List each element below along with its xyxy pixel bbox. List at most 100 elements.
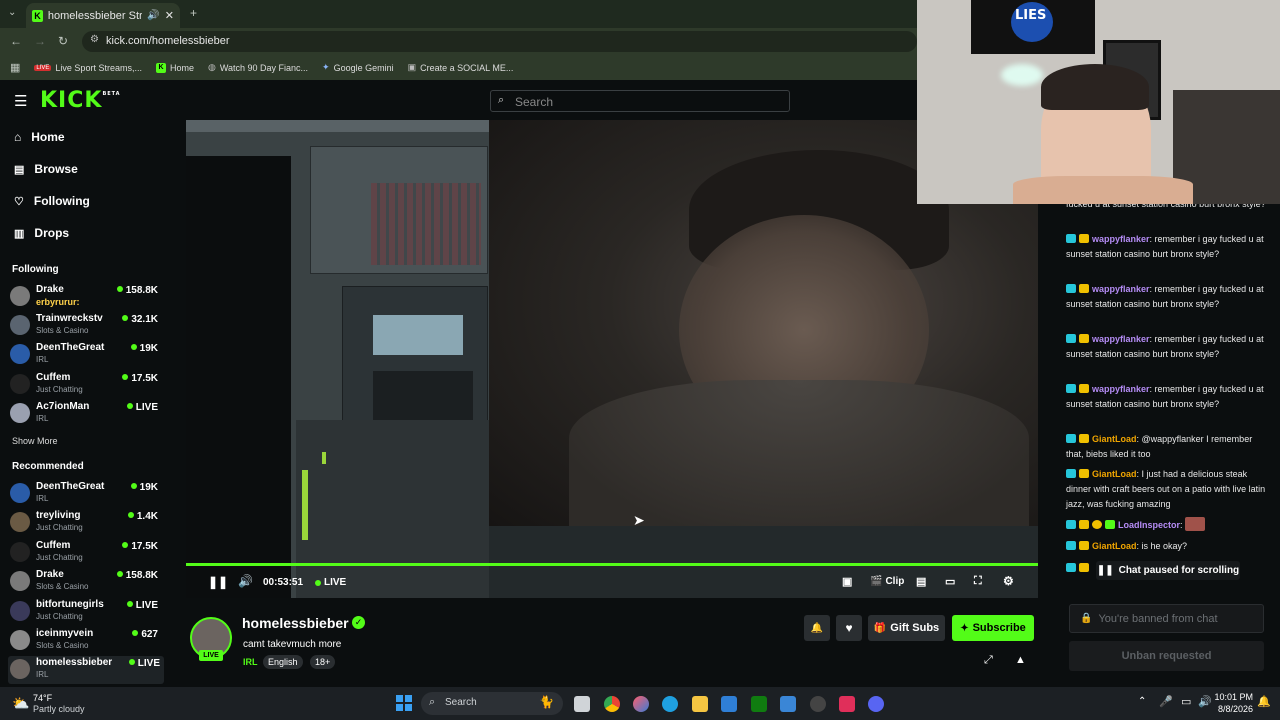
tab-list-icon[interactable]: ⌄ bbox=[8, 7, 16, 18]
forward-icon[interactable]: → bbox=[34, 34, 46, 48]
nav-drops[interactable]: ▥ Drops bbox=[14, 226, 69, 240]
category-link[interactable]: IRL bbox=[243, 657, 258, 667]
mini-player-icon[interactable]: ▭ bbox=[945, 575, 955, 588]
network-icon[interactable]: ▭ bbox=[1181, 695, 1191, 708]
report-icon[interactable]: ▲ bbox=[1015, 654, 1026, 666]
url-input[interactable]: ⚙ kick.com/homelessbieber bbox=[82, 31, 917, 52]
settings-gear-icon[interactable]: ⚙ bbox=[1003, 574, 1014, 588]
windows-start-icon[interactable] bbox=[396, 695, 412, 711]
tray-overflow-icon[interactable]: ⌃ bbox=[1138, 696, 1146, 707]
recommended-channel[interactable]: Cuffem Just Chatting 17.5K bbox=[10, 539, 162, 567]
share-icon[interactable]: ⤢ bbox=[984, 654, 993, 667]
tiktok-icon[interactable] bbox=[839, 696, 855, 712]
weather-desc[interactable]: Partly cloudy bbox=[33, 704, 85, 714]
weather-temp[interactable]: 74°F bbox=[33, 693, 52, 703]
chat-username[interactable]: wappyflanker bbox=[1092, 334, 1150, 344]
outlook-icon[interactable] bbox=[780, 696, 796, 712]
channel-name[interactable]: homelessbieber bbox=[242, 615, 349, 631]
search-placeholder: Search bbox=[515, 95, 554, 109]
edge-icon[interactable] bbox=[662, 696, 678, 712]
following-channel-cuffem[interactable]: Cuffem Just Chatting 17.5K bbox=[10, 371, 162, 399]
follow-button[interactable]: ♥ bbox=[836, 615, 862, 641]
chat-message: LoadInspector: bbox=[1066, 517, 1272, 533]
following-channel-ac7ionman[interactable]: Ac7ionMan IRL LIVE bbox=[10, 400, 162, 428]
chat-username[interactable]: GiantLoad bbox=[1092, 434, 1137, 444]
chat-username[interactable]: GiantLoad bbox=[1092, 469, 1137, 479]
bookmark-gemini[interactable]: ✦ Google Gemini bbox=[322, 62, 394, 73]
notify-button[interactable]: 🔔 bbox=[804, 615, 830, 641]
clock-date[interactable]: 8/8/2026 bbox=[1213, 704, 1253, 714]
avatar bbox=[10, 344, 30, 364]
volume-icon[interactable]: 🔊 bbox=[1198, 695, 1212, 708]
copilot-icon[interactable] bbox=[633, 696, 649, 712]
chat-input[interactable]: 🔒 You're banned from chat bbox=[1069, 604, 1264, 633]
recommended-channel-active[interactable]: homelessbieber IRL LIVE bbox=[8, 656, 164, 684]
apps-icon[interactable]: ▦ bbox=[10, 61, 20, 74]
video-player[interactable] bbox=[186, 120, 1038, 598]
search-input[interactable]: ⌕ Search bbox=[490, 90, 790, 112]
heart-badge-icon bbox=[1079, 434, 1089, 443]
unban-requested-button[interactable]: Unban requested bbox=[1069, 641, 1264, 671]
following-channel-trainwreckstv[interactable]: Trainwreckstv Slots & Casino 32.1K bbox=[10, 312, 162, 340]
tag-18-plus[interactable]: 18+ bbox=[310, 655, 336, 669]
chrome-icon[interactable] bbox=[604, 696, 620, 712]
browser-tab[interactable]: K homelessbieber Stream - W 🔊 ✕ bbox=[26, 3, 180, 28]
recommended-heading: Recommended bbox=[12, 461, 84, 472]
site-info-icon[interactable]: ⚙ bbox=[90, 34, 99, 45]
weather-icon[interactable]: ⛅ bbox=[12, 695, 29, 712]
chat-username[interactable]: wappyflanker bbox=[1092, 234, 1150, 244]
document-icon: ▣ bbox=[407, 62, 417, 72]
subscribe-button[interactable]: ✦ Subscribe bbox=[952, 615, 1034, 641]
bookmark-90-day[interactable]: ◍ Watch 90 Day Fianc... bbox=[208, 62, 308, 73]
show-more-link[interactable]: Show More bbox=[12, 436, 58, 446]
xbox-icon[interactable] bbox=[751, 696, 767, 712]
reload-icon[interactable]: ↻ bbox=[58, 34, 68, 48]
back-icon[interactable]: ← bbox=[10, 34, 22, 48]
chat-username[interactable]: wappyflanker bbox=[1092, 384, 1150, 394]
bookmark-live-sport[interactable]: LIVE Live Sport Streams,... bbox=[34, 63, 142, 73]
bookmark-social-media[interactable]: ▣ Create a SOCIAL ME... bbox=[408, 62, 514, 73]
chat-username[interactable]: wappyflanker bbox=[1092, 284, 1150, 294]
kick-favicon-icon: K bbox=[32, 9, 43, 22]
new-tab-icon[interactable]: + bbox=[190, 6, 197, 20]
task-view-icon[interactable] bbox=[574, 696, 590, 712]
taskbar-search[interactable]: ⌕ Search 🐈 bbox=[421, 692, 563, 715]
recommended-channel[interactable]: DeenTheGreat IRL 19K bbox=[10, 480, 162, 508]
chat-username[interactable]: GiantLoad bbox=[1092, 541, 1137, 551]
recommended-channel[interactable]: Drake Slots & Casino 158.8K bbox=[10, 568, 162, 596]
captions-icon[interactable]: ▤ bbox=[916, 575, 926, 588]
clock-time[interactable]: 10:01 PM bbox=[1213, 692, 1253, 702]
tag-english[interactable]: English bbox=[263, 655, 303, 669]
store-icon[interactable] bbox=[721, 696, 737, 712]
notification-bell-icon[interactable]: 🔔 bbox=[1257, 695, 1271, 708]
tab-close-icon[interactable]: ✕ bbox=[165, 9, 174, 22]
nav-following[interactable]: ♡ Following bbox=[14, 194, 90, 208]
sub-badge-icon bbox=[1066, 434, 1076, 443]
tab-title: homelessbieber Stream - W bbox=[47, 9, 143, 22]
discord-icon[interactable] bbox=[868, 696, 884, 712]
gift-subs-button[interactable]: 🎁 Gift Subs bbox=[868, 615, 945, 641]
chat-message: wappyflanker: remember i gay fucked u at… bbox=[1066, 384, 1264, 409]
recommended-channel[interactable]: bitfortunegirls Just Chatting LIVE bbox=[10, 598, 162, 626]
microphone-icon[interactable]: 🎤 bbox=[1159, 695, 1173, 708]
webcam-overlay: LIES bbox=[917, 0, 1280, 204]
chat-paused-button[interactable]: ❚❚ Chat paused for scrolling bbox=[1096, 561, 1240, 580]
app-icon[interactable] bbox=[810, 696, 826, 712]
kick-logo[interactable]: KICKBETA bbox=[40, 88, 121, 113]
pause-icon[interactable]: ❚❚ bbox=[208, 575, 228, 589]
bookmark-home[interactable]: K Home bbox=[155, 62, 194, 73]
recommended-channel[interactable]: treyliving Just Chatting 1.4K bbox=[10, 509, 162, 537]
nav-home[interactable]: ⌂ Home bbox=[14, 130, 65, 144]
sub-badge-icon bbox=[1066, 384, 1076, 393]
theater-mode-icon[interactable]: ▣ bbox=[842, 575, 852, 588]
volume-icon[interactable]: 🔊 bbox=[238, 574, 253, 588]
recommended-channel[interactable]: iceinmyvein Slots & Casino 627 bbox=[10, 627, 162, 655]
following-channel-drake[interactable]: Drake erbyrurur: 158.8K bbox=[10, 283, 162, 311]
menu-icon[interactable]: ☰ bbox=[14, 92, 27, 110]
following-channel-deenthegreat[interactable]: DeenTheGreat IRL 19K bbox=[10, 341, 162, 369]
nav-browse[interactable]: ▤ Browse bbox=[14, 162, 78, 176]
chat-username[interactable]: LoadInspector bbox=[1118, 520, 1180, 530]
file-explorer-icon[interactable] bbox=[692, 696, 708, 712]
fullscreen-icon[interactable]: ⛶ bbox=[974, 575, 982, 588]
clip-button[interactable]: 🎬 Clip bbox=[870, 576, 904, 587]
